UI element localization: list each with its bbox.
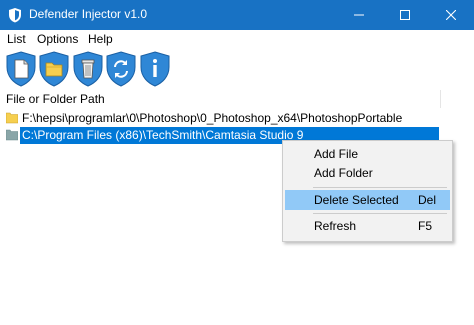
menu-list[interactable]: List [7, 32, 26, 46]
title-bar: Defender Injector v1.0 [0, 0, 474, 30]
minimize-button[interactable] [336, 0, 382, 30]
close-icon [446, 10, 456, 20]
delete-button[interactable] [71, 50, 105, 88]
menu-separator [313, 187, 447, 188]
add-folder-button[interactable] [37, 50, 71, 88]
menu-item-label: Refresh [314, 219, 357, 233]
folder-icon [6, 112, 18, 124]
info-button[interactable] [138, 50, 172, 88]
path-text: F:\hepsi\programlar\0\Photoshop\0_Photos… [22, 111, 403, 125]
menu-options[interactable]: Options [37, 32, 78, 46]
minimize-icon [354, 14, 364, 16]
menu-bar: List Options Help [0, 30, 474, 49]
menu-item-label: Delete Selected [314, 193, 399, 207]
add-file-button[interactable] [4, 50, 38, 88]
menu-item-delete-selected[interactable]: Delete Selected Del [285, 190, 450, 210]
maximize-icon [400, 10, 410, 20]
toolbar [0, 49, 474, 89]
menu-item-label: Add File [314, 147, 359, 161]
window-title: Defender Injector v1.0 [29, 7, 148, 21]
maximize-button[interactable] [382, 0, 428, 30]
info-icon [153, 59, 157, 63]
context-menu: Add File Add Folder Delete Selected Del … [282, 140, 453, 242]
menu-item-add-file[interactable]: Add File [285, 144, 450, 164]
folder-icon [45, 62, 63, 77]
menu-separator [313, 213, 447, 214]
app-shield-icon [9, 8, 21, 23]
column-divider [440, 90, 441, 108]
list-row[interactable]: F:\hepsi\programlar\0\Photoshop\0_Photos… [0, 110, 440, 127]
menu-item-label: Add Folder [314, 166, 373, 180]
menu-help[interactable]: Help [88, 32, 113, 46]
menu-item-add-folder[interactable]: Add Folder [285, 163, 450, 183]
folder-icon [6, 129, 18, 141]
refresh-button[interactable] [104, 50, 138, 88]
path-text: C:\Program Files (x86)\TechSmith\Camtasi… [22, 128, 304, 142]
trash-icon [81, 59, 95, 64]
close-button[interactable] [428, 0, 474, 30]
menu-item-refresh[interactable]: Refresh F5 [285, 216, 450, 236]
menu-item-shortcut: Del [418, 193, 437, 207]
menu-item-shortcut: F5 [418, 219, 433, 233]
column-header-path[interactable]: File or Folder Path [6, 92, 105, 106]
